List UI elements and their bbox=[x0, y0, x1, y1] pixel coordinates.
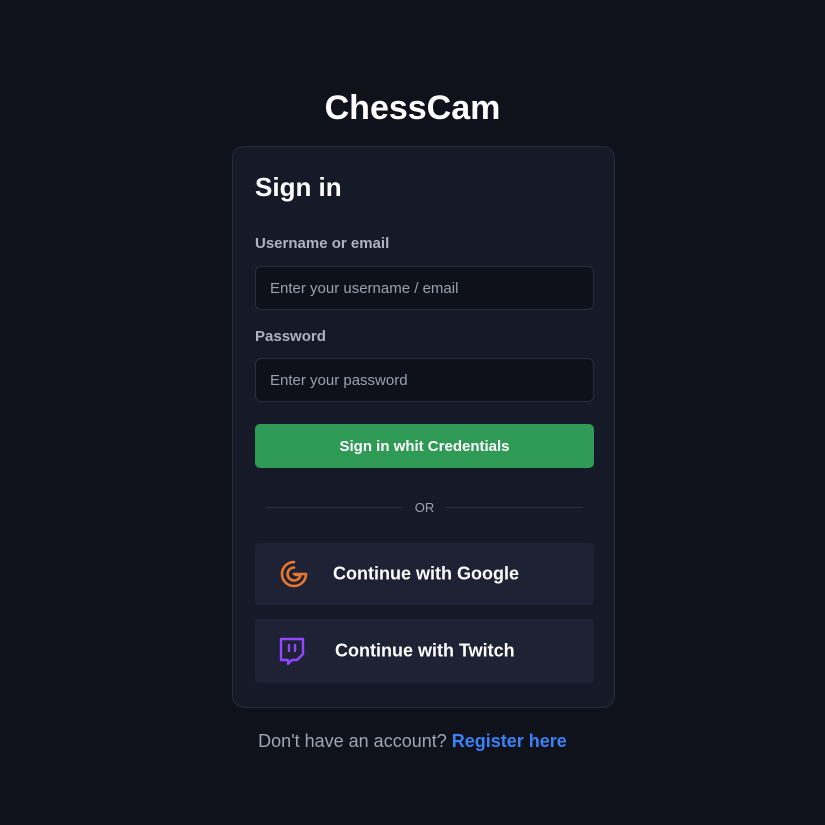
page: ChessCam Sign in Username or email Passw… bbox=[0, 0, 825, 825]
divider-line-right bbox=[446, 506, 583, 508]
register-prompt-text: Don't have an account? bbox=[258, 731, 447, 751]
divider-text: OR bbox=[414, 499, 435, 515]
signin-card: Sign in Username or email Password Sign … bbox=[232, 146, 615, 708]
app-title: ChessCam bbox=[324, 89, 501, 127]
username-label: Username or email bbox=[255, 235, 390, 252]
register-prompt: Don't have an account? Register here bbox=[0, 730, 825, 752]
username-input[interactable] bbox=[255, 266, 594, 310]
divider-line-left bbox=[266, 506, 403, 508]
twitch-icon bbox=[279, 637, 305, 665]
password-input[interactable] bbox=[255, 358, 594, 402]
signin-credentials-button[interactable]: Sign in whit Credentials bbox=[255, 424, 594, 468]
password-label: Password bbox=[255, 328, 326, 345]
google-signin-button[interactable]: Continue with Google bbox=[255, 543, 594, 605]
twitch-signin-button[interactable]: Continue with Twitch bbox=[255, 619, 594, 683]
google-icon bbox=[280, 560, 308, 588]
or-divider: OR bbox=[266, 497, 583, 517]
signin-title: Sign in bbox=[255, 172, 342, 202]
register-link[interactable]: Register here bbox=[452, 731, 567, 751]
google-signin-label: Continue with Google bbox=[333, 563, 519, 584]
twitch-signin-label: Continue with Twitch bbox=[335, 640, 515, 661]
